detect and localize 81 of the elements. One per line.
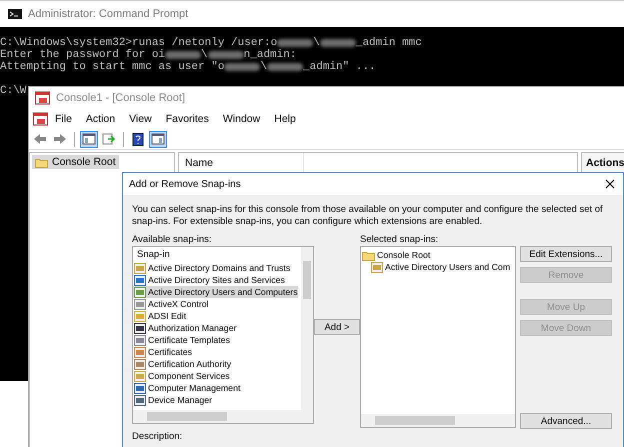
snap-in-item[interactable]: Certificate Templates (133, 334, 230, 346)
snap-in-icon (134, 358, 146, 370)
window-title: Administrator: Command Prompt (28, 8, 188, 20)
snap-in-icon (134, 310, 146, 322)
selected-snap-ins-list[interactable]: Console Root Active Directory Users and Com (360, 246, 516, 428)
export-list-icon (102, 133, 116, 145)
snap-in-item[interactable]: Active Directory Sites and Services (133, 274, 285, 286)
console-text: C:\W (0, 85, 26, 97)
folder-icon (35, 156, 48, 168)
snap-in-icon (134, 382, 146, 394)
snap-in-icon (134, 370, 146, 382)
description-label: Description: (132, 431, 184, 442)
snap-in-item[interactable]: Active Directory Users and Computers (133, 286, 298, 298)
add-button[interactable]: Add > (314, 319, 360, 335)
console-text: _admin" ... (303, 61, 376, 73)
blurred-text (320, 39, 356, 47)
snap-in-icon (134, 346, 146, 358)
console-text: _admin mmc (356, 37, 422, 49)
snap-in-item[interactable]: Component Services (133, 370, 230, 382)
instruction-text: You can select snap-ins for this console from those available on your computer and configure the selected set of snap-ins. For extensible snap-ins, you can configure which extensions are enabled. (132, 204, 604, 228)
toolbar-button[interactable] (149, 130, 167, 148)
console-text: C:\Windows\system32>runas /netonly /user:o (0, 37, 278, 49)
snap-in-item[interactable]: ADSI Edit (133, 310, 186, 322)
snap-in-icon (134, 286, 146, 298)
tree-item[interactable]: Active Directory Users and Com (362, 261, 514, 273)
menu-item[interactable]: Help (267, 113, 303, 125)
snap-in-icon (134, 334, 146, 346)
horizontal-scrollbar[interactable] (133, 410, 313, 423)
horizontal-scrollbar[interactable] (361, 414, 515, 427)
tree-item[interactable]: Console Root (362, 249, 514, 261)
snap-in-item[interactable]: Active Directory Domains and Trusts (133, 262, 290, 274)
list-label: Selected snap-ins: (360, 234, 440, 245)
snap-in-icon (134, 262, 146, 274)
dialog-title: Add or Remove Snap-ins (129, 178, 241, 190)
close-icon[interactable] (605, 179, 615, 189)
console-tree-icon (82, 133, 96, 145)
menu-item[interactable]: File (48, 113, 79, 125)
blurred-text (277, 39, 314, 47)
console-app-icon (35, 91, 50, 105)
console-text: \ (313, 37, 320, 49)
list-label: Available snap-ins: (132, 234, 213, 245)
snap-in-item[interactable]: Computer Management (133, 382, 240, 394)
console-text: Attempting to start mmc as user "o (0, 61, 224, 73)
menu-item[interactable]: Window (216, 113, 268, 125)
blurred-text (208, 51, 244, 59)
snap-in-icon (371, 262, 383, 272)
action-pane-icon (151, 133, 165, 145)
snap-in-icon (134, 274, 146, 286)
snap-in-icon (134, 298, 146, 310)
menu-item[interactable]: View (122, 113, 159, 125)
console-text: n_admin: (244, 49, 296, 61)
folder-icon (362, 250, 375, 260)
console-text: \ (201, 49, 208, 61)
window-title: Console1 - [Console Root] (56, 92, 186, 104)
dialog-button[interactable]: Advanced... (520, 413, 612, 429)
console-text: \ (260, 61, 268, 73)
dialog-button[interactable]: Edit Extensions... (520, 246, 612, 262)
blurred-text (165, 51, 202, 59)
vertical-scrollbar[interactable] (301, 247, 313, 410)
snap-in-icon (134, 322, 146, 334)
terminal-icon (8, 9, 22, 19)
snap-in-icon (134, 394, 146, 406)
menu-item[interactable]: Action (78, 113, 122, 125)
toolbar-button[interactable] (80, 130, 98, 148)
snap-in-item[interactable]: Certificates (133, 346, 192, 358)
snap-in-item[interactable]: Device Manager (133, 394, 212, 406)
blurred-text (267, 63, 304, 71)
snap-in-list[interactable] (132, 246, 314, 424)
blurred-text (224, 63, 260, 71)
menu-item[interactable]: Favorites (158, 113, 216, 125)
help-icon (132, 132, 144, 146)
console-text: Enter the password for oi (0, 49, 166, 61)
snap-in-item[interactable]: Certification Authority (133, 358, 232, 370)
snap-in-item[interactable]: ActiveX Control (133, 298, 209, 310)
column-header[interactable]: Snap-in (137, 249, 170, 260)
forward-arrow-icon (53, 133, 67, 145)
tree-item[interactable]: Console Root (32, 155, 119, 169)
snap-in-item[interactable]: Authorization Manager (133, 322, 237, 334)
back-arrow-icon (33, 133, 47, 145)
actions-header: Actions (585, 156, 624, 171)
console-app-icon (33, 112, 48, 126)
